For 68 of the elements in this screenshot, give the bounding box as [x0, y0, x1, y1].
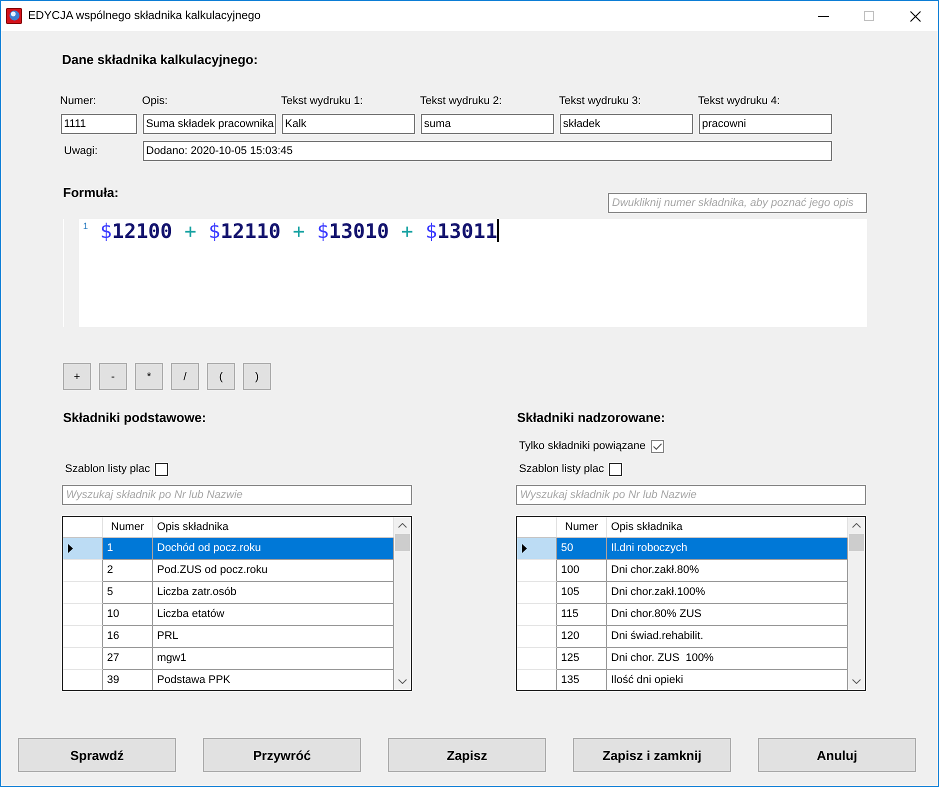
table-row[interactable]: 105 Dni chor.zakł.100% [517, 582, 848, 604]
field-label: Tekst wydruku 3: [559, 95, 641, 108]
operator-button[interactable]: ) [243, 363, 271, 390]
operator-button[interactable]: / [171, 363, 199, 390]
line-number: 1 [83, 221, 90, 232]
checkmark-icon [652, 443, 662, 450]
field-label: Tekst wydruku 2: [420, 95, 502, 108]
chevron-down-icon[interactable] [852, 679, 861, 684]
notes-field[interactable]: Dodano: 2020-10-05 15:03:45 [143, 141, 832, 161]
chevron-up-icon[interactable] [852, 523, 861, 528]
field-label: Tekst wydruku 1: [281, 95, 363, 108]
dialog-button[interactable]: Zapisz i zamknij [573, 738, 731, 772]
section-heading: Składniki podstawowe: [63, 410, 206, 426]
checkbox-label: Szablon listy plac [65, 463, 150, 476]
field-label: Uwagi: [64, 144, 98, 158]
table-row[interactable]: 10 Liczba etatów [63, 604, 394, 626]
table-row[interactable]: 27 mgw1 [63, 648, 394, 670]
section-heading: Składniki nadzorowane: [517, 410, 666, 426]
dialog-button[interactable]: Przywróć [203, 738, 361, 772]
text-field[interactable]: składek [560, 114, 693, 134]
operator-button[interactable]: - [99, 363, 127, 390]
checkbox-label: Tylko składniki powiązane [519, 440, 646, 453]
table-row[interactable]: 2 Pod.ZUS od pocz.roku [63, 560, 394, 582]
window-title: EDYCJA wspólnego składnika kalkulacyjnego [28, 9, 261, 24]
table-row[interactable]: 115 Dni chor.80% ZUS [517, 604, 848, 626]
app-icon [6, 8, 22, 24]
text-field[interactable]: 1111 [61, 114, 137, 134]
text-field[interactable]: Kalk [282, 114, 415, 134]
checkbox[interactable] [650, 440, 664, 453]
component-number: 135 [557, 670, 607, 690]
operator-button[interactable]: ( [207, 363, 235, 390]
table-row[interactable]: 120 Dni świad.rehabilit. [517, 626, 848, 648]
field-label: Tekst wydruku 4: [698, 95, 780, 108]
operator-button[interactable]: + [63, 363, 91, 390]
chevron-up-icon[interactable] [398, 523, 407, 528]
chevron-down-icon[interactable] [398, 679, 407, 684]
dialog-button[interactable]: Zapisz [388, 738, 546, 772]
field-label: Numer: [60, 95, 96, 108]
text-field[interactable]: suma [421, 114, 554, 134]
scrollbar-thumb[interactable] [395, 534, 410, 551]
row-marker-icon [68, 544, 73, 553]
table-row[interactable]: 50 Il.dni roboczych [517, 538, 848, 560]
section-heading: Formuła: [63, 185, 119, 201]
text-field[interactable]: Suma składek pracownika [143, 114, 276, 134]
checkbox[interactable] [155, 463, 168, 476]
column-header[interactable]: Numer [103, 517, 153, 537]
checkbox[interactable] [609, 463, 622, 476]
column-header[interactable]: Numer [557, 517, 607, 537]
formula-text: $12100 + $12110 + $13010 + $13011 [100, 219, 498, 243]
dialog-button[interactable]: Sprawdź [18, 738, 176, 772]
scrollbar[interactable] [394, 517, 411, 690]
table-row[interactable]: 100 Dni chor.zakł.80% [517, 560, 848, 582]
formula-editor[interactable]: 1 $12100 + $12110 + $13010 + $13011 [63, 219, 867, 327]
operator-button[interactable]: * [135, 363, 163, 390]
table-row[interactable]: 125 Dni chor. ZUS 100% [517, 648, 848, 670]
scrollbar-thumb[interactable] [849, 534, 864, 551]
section-heading: Dane składnika kalkulacyjnego: [62, 52, 258, 68]
component-number: 39 [103, 670, 153, 690]
field-label: Opis: [142, 95, 168, 108]
checkbox-label: Szablon listy plac [519, 463, 604, 476]
table-row[interactable]: 5 Liczba zatr.osób [63, 582, 394, 604]
close-icon[interactable] [910, 10, 920, 22]
table-row[interactable]: 1 Dochód od pocz.roku [63, 538, 394, 560]
text-field[interactable]: pracowni [699, 114, 832, 134]
table-row[interactable]: 16 PRL [63, 626, 394, 648]
row-marker-icon [522, 544, 527, 553]
dialog-button[interactable]: Anuluj [758, 738, 916, 772]
scrollbar[interactable] [848, 517, 865, 690]
